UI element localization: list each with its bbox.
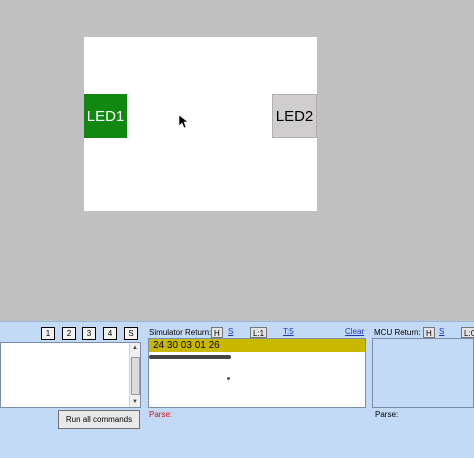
scroll-down-icon[interactable]: ▼ xyxy=(130,397,140,407)
simulator-progress-bar xyxy=(149,355,231,359)
command-tab-s[interactable]: S xyxy=(124,327,138,340)
scroll-thumb[interactable] xyxy=(131,357,140,395)
run-all-commands-button[interactable]: Run all commands xyxy=(58,410,140,429)
simulator-parse-label: Parse: xyxy=(149,410,173,419)
mcu-return-area[interactable] xyxy=(372,338,474,408)
mcu-l-button[interactable]: L:C xyxy=(461,327,474,338)
simulator-return-area[interactable]: 24 30 03 01 26 xyxy=(148,338,366,408)
bottom-panel: 1 2 3 4 S ▲ ▼ Run all commands Simulator… xyxy=(0,321,474,458)
simulator-t-link[interactable]: T:5 xyxy=(283,327,294,336)
command-tab-1[interactable]: 1 xyxy=(41,327,55,340)
simulator-clear-link[interactable]: Clear xyxy=(345,327,364,336)
command-tab-2[interactable]: 2 xyxy=(62,327,76,340)
simulator-l-button[interactable]: L:1 xyxy=(250,327,268,338)
simulator-return-line: 24 30 03 01 26 xyxy=(149,339,365,352)
led2-label: LED2 xyxy=(275,107,314,125)
led1-label: LED1 xyxy=(86,107,125,125)
simulator-string-link[interactable]: S xyxy=(228,327,233,336)
command-tab-4[interactable]: 4 xyxy=(103,327,117,340)
led1-indicator[interactable]: LED1 xyxy=(84,94,127,138)
led2-indicator[interactable]: LED2 xyxy=(272,94,317,138)
simulator-dot xyxy=(227,377,230,380)
mcu-string-link[interactable]: S xyxy=(439,327,444,336)
mcu-return-label: MCU Return: xyxy=(374,328,421,337)
command-list-scrollbar[interactable]: ▲ ▼ xyxy=(129,343,140,407)
scroll-up-icon[interactable]: ▲ xyxy=(130,343,140,353)
mouse-pointer-icon xyxy=(179,115,188,129)
mcu-hex-button[interactable]: H xyxy=(423,327,435,338)
simulation-canvas[interactable]: LED1 LED2 xyxy=(84,37,317,211)
command-tab-3[interactable]: 3 xyxy=(82,327,96,340)
simulator-return-label: Simulator Return: xyxy=(149,328,212,337)
simulator-hex-button[interactable]: H xyxy=(211,327,223,338)
mcu-parse-label: Parse: xyxy=(375,410,399,419)
command-list[interactable]: ▲ ▼ xyxy=(0,342,141,408)
